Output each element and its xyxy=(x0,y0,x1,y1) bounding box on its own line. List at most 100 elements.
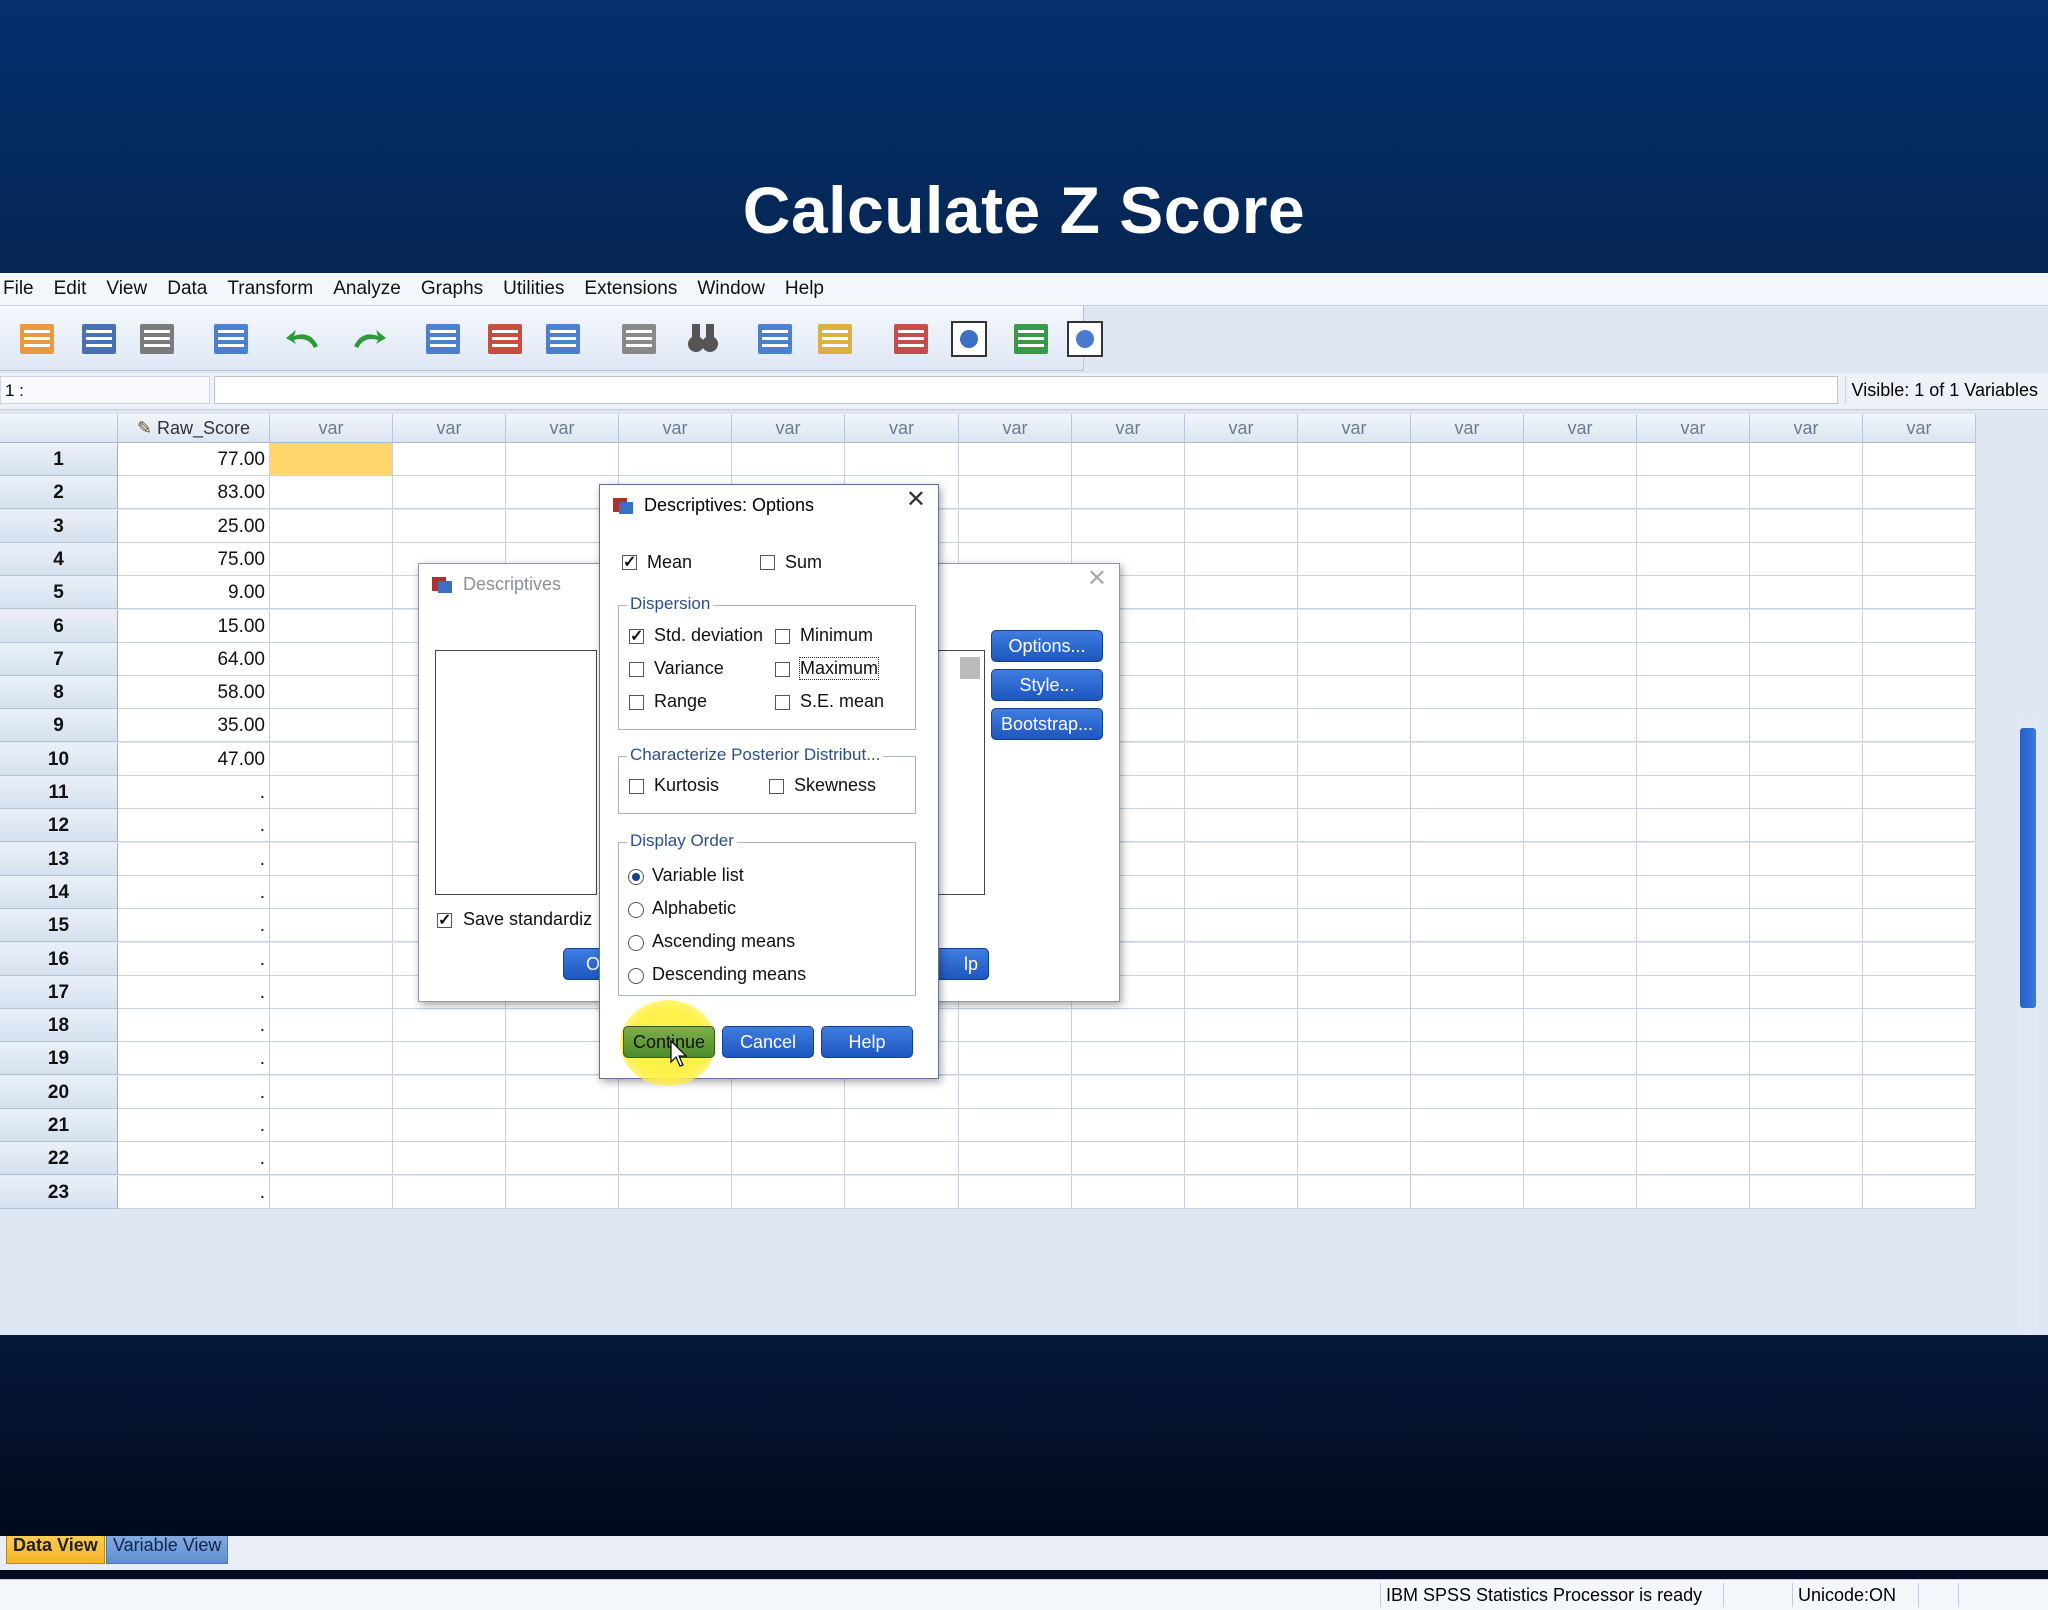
kurtosis-checkbox[interactable] xyxy=(629,779,644,794)
empty-cell[interactable] xyxy=(1298,809,1411,843)
empty-cell[interactable] xyxy=(1185,1009,1298,1043)
empty-cell[interactable] xyxy=(1185,776,1298,809)
empty-cell[interactable] xyxy=(1298,509,1411,543)
empty-cell[interactable] xyxy=(393,1075,506,1109)
row-header[interactable]: 19 xyxy=(0,1042,118,1076)
empty-cell[interactable] xyxy=(732,1109,845,1142)
empty-cell[interactable] xyxy=(506,1142,619,1176)
empty-cell[interactable] xyxy=(1298,443,1411,476)
empty-cell[interactable] xyxy=(1750,1109,1863,1142)
descending-means-radio[interactable] xyxy=(628,968,644,984)
empty-cell[interactable] xyxy=(1524,1042,1637,1076)
mean-checkbox[interactable] xyxy=(622,552,637,572)
empty-cell[interactable] xyxy=(845,1175,959,1209)
empty-cell[interactable] xyxy=(1637,1109,1750,1142)
empty-cell[interactable] xyxy=(1750,975,1863,1009)
column-header-var[interactable]: var xyxy=(1637,414,1750,443)
row-header[interactable]: 8 xyxy=(0,676,118,710)
empty-cell[interactable] xyxy=(1185,875,1298,909)
empty-cell[interactable] xyxy=(1298,476,1411,510)
empty-cell[interactable] xyxy=(732,1175,845,1209)
empty-cell[interactable] xyxy=(1637,576,1750,610)
empty-cell[interactable] xyxy=(1524,709,1637,743)
empty-cell[interactable] xyxy=(1637,1175,1750,1209)
empty-cell[interactable] xyxy=(845,1075,959,1109)
empty-cell[interactable] xyxy=(959,1042,1072,1076)
empty-cell[interactable] xyxy=(270,842,393,876)
row-header[interactable]: 5 xyxy=(0,576,118,610)
empty-cell[interactable] xyxy=(1637,1075,1750,1109)
empty-cell[interactable] xyxy=(393,1142,506,1176)
menu-file[interactable]: File xyxy=(1,278,36,300)
empty-cell[interactable] xyxy=(270,676,393,710)
empty-cell[interactable] xyxy=(1863,809,1976,843)
empty-cell[interactable] xyxy=(1411,809,1524,843)
raw-score-cell[interactable]: . xyxy=(118,1142,270,1176)
empty-cell[interactable] xyxy=(1411,509,1524,543)
empty-cell[interactable] xyxy=(1524,809,1637,843)
empty-cell[interactable] xyxy=(506,1175,619,1209)
target-variable-list[interactable] xyxy=(939,650,985,895)
empty-cell[interactable] xyxy=(1863,609,1976,643)
raw-score-cell[interactable]: . xyxy=(118,842,270,876)
empty-cell[interactable] xyxy=(1298,1109,1411,1142)
continue-button[interactable]: Continue xyxy=(623,1026,715,1058)
empty-cell[interactable] xyxy=(1637,975,1750,1009)
empty-cell[interactable] xyxy=(1863,975,1976,1009)
empty-cell[interactable] xyxy=(1072,1175,1185,1209)
empty-cell[interactable] xyxy=(1411,742,1524,776)
column-header-var[interactable]: var xyxy=(393,414,506,443)
empty-cell[interactable] xyxy=(1185,975,1298,1009)
empty-cell[interactable] xyxy=(1750,443,1863,476)
empty-cell[interactable] xyxy=(1411,443,1524,476)
empty-cell[interactable] xyxy=(1750,709,1863,743)
empty-cell[interactable] xyxy=(1298,942,1411,976)
row-header[interactable]: 17 xyxy=(0,975,118,1009)
raw-score-cell[interactable]: . xyxy=(118,875,270,909)
column-header-var[interactable]: var xyxy=(619,414,732,443)
empty-cell[interactable] xyxy=(1411,975,1524,1009)
empty-cell[interactable] xyxy=(1750,942,1863,976)
empty-cell[interactable] xyxy=(1298,842,1411,876)
empty-cell[interactable] xyxy=(1750,609,1863,643)
empty-cell[interactable] xyxy=(1750,1042,1863,1076)
raw-score-cell[interactable]: . xyxy=(118,1075,270,1109)
find-icon[interactable] xyxy=(680,316,726,362)
raw-score-cell[interactable]: 58.00 xyxy=(118,676,270,710)
empty-cell[interactable] xyxy=(1524,1109,1637,1142)
empty-cell[interactable] xyxy=(270,476,393,510)
empty-cell[interactable] xyxy=(1750,476,1863,510)
raw-score-cell[interactable]: . xyxy=(118,942,270,976)
empty-cell[interactable] xyxy=(393,476,506,510)
empty-cell[interactable] xyxy=(1637,1042,1750,1076)
empty-cell[interactable] xyxy=(1863,1142,1976,1176)
minimum-checkbox[interactable] xyxy=(775,629,790,644)
empty-cell[interactable] xyxy=(393,443,506,476)
raw-score-cell[interactable]: . xyxy=(118,1109,270,1142)
empty-cell[interactable] xyxy=(1524,676,1637,710)
raw-score-cell[interactable]: 15.00 xyxy=(118,609,270,643)
menu-help[interactable]: Help xyxy=(783,278,826,300)
list-scroll-thumb[interactable] xyxy=(960,657,980,679)
empty-cell[interactable] xyxy=(1524,1142,1637,1176)
empty-cell[interactable] xyxy=(1185,1075,1298,1109)
empty-cell[interactable] xyxy=(1298,642,1411,676)
grid-corner[interactable] xyxy=(0,414,118,443)
empty-cell[interactable] xyxy=(1411,1175,1524,1209)
empty-cell[interactable] xyxy=(1411,476,1524,510)
empty-cell[interactable] xyxy=(1863,909,1976,943)
empty-cell[interactable] xyxy=(845,1142,959,1176)
empty-cell[interactable] xyxy=(1637,1009,1750,1043)
empty-cell[interactable] xyxy=(1298,1009,1411,1043)
empty-cell[interactable] xyxy=(1072,1042,1185,1076)
raw-score-cell[interactable]: 64.00 xyxy=(118,642,270,676)
empty-cell[interactable] xyxy=(1411,842,1524,876)
se-mean-checkbox[interactable] xyxy=(775,695,790,710)
variable-list-radio[interactable] xyxy=(628,869,644,885)
raw-score-cell[interactable]: . xyxy=(118,975,270,1009)
empty-cell[interactable] xyxy=(1298,1075,1411,1109)
empty-cell[interactable] xyxy=(845,443,959,476)
menu-transform[interactable]: Transform xyxy=(225,278,315,300)
empty-cell[interactable] xyxy=(1524,975,1637,1009)
ascending-means-radio[interactable] xyxy=(628,935,644,951)
